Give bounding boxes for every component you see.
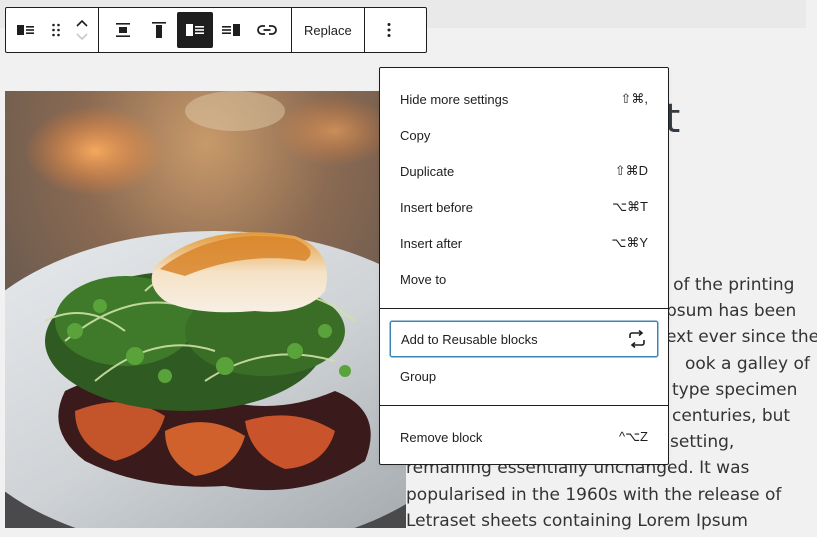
- menu-separator: [380, 405, 668, 406]
- chevron-down-icon[interactable]: [75, 32, 89, 42]
- menu-item-copy[interactable]: Copy: [390, 117, 658, 153]
- block-options-menu: Hide more settings ⇧⌘, Copy Duplicate ⇧⌘…: [379, 67, 669, 465]
- align-center-icon[interactable]: [105, 12, 141, 48]
- link-icon[interactable]: [249, 12, 285, 48]
- menu-item-shortcut: ^⌥Z: [618, 429, 648, 444]
- menu-item-group[interactable]: Group: [390, 358, 658, 394]
- menu-item-shortcut: ⇧⌘D: [614, 163, 648, 178]
- menu-item-label: Insert after: [400, 235, 463, 251]
- menu-item-insert-before[interactable]: Insert before ⌥⌘T: [390, 189, 658, 225]
- block-mover: [70, 8, 94, 52]
- menu-separator: [380, 308, 668, 309]
- menu-item-shortcut: ⇧⌘,: [620, 91, 648, 106]
- menu-item-label: Group: [400, 368, 437, 384]
- menu-item-shortcut: ⌥⌘T: [612, 199, 648, 214]
- media-right-icon[interactable]: [213, 12, 249, 48]
- paragraph-line: popularised in the 1960s with the releas…: [406, 484, 782, 505]
- replace-button[interactable]: Replace: [292, 8, 364, 52]
- menu-item-insert-after[interactable]: Insert after ⌥⌘Y: [390, 225, 658, 261]
- media-left-icon[interactable]: [177, 12, 213, 48]
- menu-item-label: Copy: [400, 127, 431, 143]
- more-vertical-icon[interactable]: [371, 12, 407, 48]
- menu-item-move-to[interactable]: Move to: [390, 261, 658, 297]
- menu-item-remove-block[interactable]: Remove block ^⌥Z: [390, 419, 658, 455]
- drag-handle-icon[interactable]: [42, 12, 70, 48]
- alignment-group: [99, 8, 292, 52]
- menu-item-label: Hide more settings: [400, 91, 509, 107]
- food-photo[interactable]: [5, 91, 406, 528]
- menu-item-duplicate[interactable]: Duplicate ⇧⌘D: [390, 153, 658, 189]
- block-toolbar: Replace: [5, 7, 427, 53]
- menu-item-shortcut: ⌥⌘Y: [611, 235, 648, 250]
- menu-item-label: Duplicate: [400, 163, 455, 179]
- menu-item-add-to-reusable-blocks[interactable]: Add to Reusable blocks: [390, 321, 658, 357]
- menu-item-label: Move to: [400, 271, 447, 287]
- menu-item-hide-more-settings[interactable]: Hide more settings ⇧⌘,: [390, 81, 658, 117]
- reusable-block-icon: [629, 330, 645, 348]
- block-switcher-group: [6, 8, 99, 52]
- menu-item-label: Remove block: [400, 429, 483, 445]
- align-top-icon[interactable]: [141, 12, 177, 48]
- chevron-up-icon[interactable]: [75, 18, 89, 28]
- image-block-icon[interactable]: [10, 12, 42, 48]
- menu-item-label: Insert before: [400, 199, 473, 215]
- options-group: [365, 8, 413, 52]
- replace-group: Replace: [292, 8, 365, 52]
- menu-item-label: Add to Reusable blocks: [401, 331, 538, 347]
- paragraph-line: Letraset sheets containing Lorem Ipsum: [406, 510, 748, 531]
